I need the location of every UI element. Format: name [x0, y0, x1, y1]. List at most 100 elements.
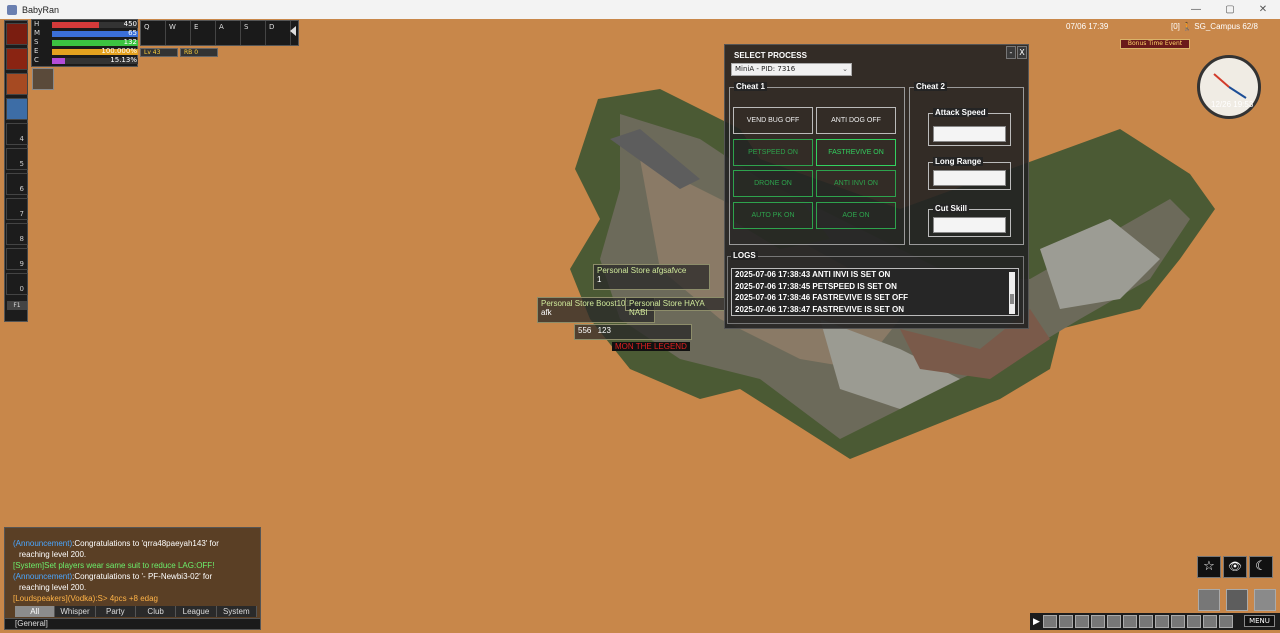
logs-list[interactable]: 2025-07-06 17:38:43 ANTI INVI IS SET ON … — [731, 268, 1019, 316]
skill-slot-9[interactable]: 9 — [6, 248, 28, 270]
character-icon[interactable] — [1254, 589, 1276, 611]
log-line: 2025-07-06 17:38:46 FASTREVIVE IS SET OF… — [735, 293, 908, 302]
anti-dog-toggle[interactable]: ANTI DOG OFF — [816, 107, 896, 134]
nameplate[interactable]: Personal Store afgsafvce 1 — [593, 264, 710, 290]
skill-fire-icon[interactable] — [6, 23, 28, 45]
chat-tab-league[interactable]: League — [176, 606, 217, 617]
chat-line: [System]Set players wear same suit to re… — [13, 561, 215, 570]
toolbar-arrow-icon[interactable]: ▶ — [1033, 617, 1040, 627]
long-range-group: Long Range — [928, 157, 1011, 190]
hotkey-s[interactable]: S — [241, 21, 266, 45]
inventory-icon[interactable] — [1198, 589, 1220, 611]
log-line: 2025-07-06 17:38:47 FASTREVIVE IS SET ON — [735, 304, 904, 314]
attack-speed-group: Attack Speed — [928, 108, 1011, 146]
moon-icon[interactable]: ☾ — [1249, 556, 1273, 578]
chat-tab-whisper[interactable]: Whisper — [55, 606, 96, 617]
skill-slot-0[interactable]: 0 — [6, 273, 28, 295]
nameplate[interactable]: Personal Store HAYA NABI — [625, 297, 725, 317]
tool-icon[interactable] — [1218, 615, 1233, 628]
chevron-down-icon: ⌄ — [842, 65, 848, 73]
chat-line: (Announcement):Congratulations to 'qrra4… — [13, 539, 219, 548]
tool-icon[interactable] — [1122, 615, 1137, 628]
sp-bar: S 132 — [34, 38, 138, 46]
minimap-compass[interactable] — [1197, 55, 1261, 119]
chat-tab-party[interactable]: Party — [96, 606, 136, 617]
attack-speed-input[interactable] — [933, 126, 1006, 142]
long-range-input[interactable] — [933, 170, 1006, 186]
anti-invi-toggle[interactable]: ANTI INVI ON — [816, 170, 896, 197]
chat-tab-club[interactable]: Club — [136, 606, 177, 617]
skill-ice-icon[interactable] — [6, 98, 28, 120]
chat-line: (Announcement):Congratulations to '- PF-… — [13, 572, 213, 581]
tool-icon[interactable] — [1090, 615, 1105, 628]
fastrevive-toggle[interactable]: FASTREVIVE ON — [816, 139, 896, 166]
eye-icon[interactable]: 👁 — [1223, 556, 1247, 578]
panel-minimize-button[interactable]: - — [1006, 46, 1016, 59]
buff-icon — [32, 68, 54, 90]
auto-pk-toggle[interactable]: AUTO PK ON — [733, 202, 813, 229]
panel-title: SELECT PROCESS — [734, 51, 807, 60]
tool-icon[interactable] — [1154, 615, 1169, 628]
chat-tab-all[interactable]: All — [15, 606, 56, 617]
window-titlebar: BabyRan — ▢ ✕ — [0, 0, 1280, 19]
tool-icon[interactable] — [1186, 615, 1201, 628]
skill-fire2-icon[interactable] — [6, 48, 28, 70]
log-line: 2025-07-06 17:38:45 PETSPEED IS SET ON — [735, 281, 897, 291]
cut-skill-input[interactable] — [933, 217, 1006, 233]
log-line: 2025-07-06 17:38:43 ANTI INVI IS SET ON — [735, 270, 891, 279]
cp-bar: C 15.13% — [34, 56, 138, 64]
aoe-toggle[interactable]: AOE ON — [816, 202, 896, 229]
hotkey-e[interactable]: E — [191, 21, 216, 45]
chat-line: reaching level 200. — [19, 583, 87, 592]
close-window-button[interactable]: ✕ — [1251, 0, 1275, 19]
tool-icon[interactable] — [1074, 615, 1089, 628]
tool-icon[interactable] — [1138, 615, 1153, 628]
vend-bug-toggle[interactable]: VEND BUG OFF — [733, 107, 813, 134]
mp-bar: M 65 — [34, 29, 138, 37]
tool-icon[interactable] — [1170, 615, 1185, 628]
hp-fill — [52, 22, 100, 28]
hotkey-d[interactable]: D — [266, 21, 291, 45]
chat-line: reaching level 200. — [19, 550, 87, 559]
chat-tab-system[interactable]: System — [217, 606, 257, 617]
skill-slot-7[interactable]: 7 — [6, 198, 28, 220]
tool-icon[interactable] — [1058, 615, 1073, 628]
menu-button[interactable]: MENU — [1244, 615, 1275, 627]
map-icon[interactable] — [1226, 589, 1248, 611]
hotkey-a[interactable]: A — [216, 21, 241, 45]
tool-icon[interactable] — [1042, 615, 1057, 628]
mp-fill — [52, 31, 138, 37]
drone-toggle[interactable]: DRONE ON — [733, 170, 813, 197]
hotkey-q[interactable]: Q — [141, 21, 166, 45]
exp-bar: E 100.000% — [34, 47, 138, 55]
event-banner[interactable]: Bonus Time Event — [1120, 39, 1190, 49]
app-icon — [7, 4, 17, 15]
process-select[interactable]: MiniA - PID: 7316 ⌄ — [731, 63, 852, 76]
hotkey-bar: Q W E A S D — [140, 20, 299, 46]
nameplate[interactable]: 556 123 — [574, 324, 692, 340]
tool-icon[interactable] — [1106, 615, 1121, 628]
skill-page-label[interactable]: F1 — [7, 301, 27, 310]
star-icon[interactable]: ☆ — [1197, 556, 1221, 578]
hotkey-w[interactable]: W — [166, 21, 191, 45]
tool-icon[interactable] — [1202, 615, 1217, 628]
level-chip: Lv 43 — [140, 48, 178, 57]
hotkey-collapse-icon[interactable] — [290, 26, 296, 36]
skill-slot-8[interactable]: 8 — [6, 223, 28, 245]
skill-slot-6[interactable]: 6 — [6, 173, 28, 195]
bottom-toolbar: ▶ — [1030, 613, 1280, 630]
cut-skill-group: Cut Skill — [928, 204, 1011, 237]
status-bars: H 450 M 65 S 132 E 100.000% C 15.13% — [31, 19, 138, 67]
chat-line: [Loudspeakers](Vodka):S> 4pcs +8 edag — [13, 594, 158, 603]
skill-slot-4[interactable]: 4 — [6, 123, 28, 145]
petspeed-toggle[interactable]: PETSPEED ON — [733, 139, 813, 166]
restore-button[interactable]: ▢ — [1218, 0, 1242, 19]
panel-close-button[interactable]: X — [1017, 46, 1027, 59]
window-title: BabyRan — [22, 4, 60, 15]
chat-input[interactable]: [General] — [4, 618, 261, 630]
skill-fist-icon[interactable] — [6, 73, 28, 95]
player-title[interactable]: MON THE LEGEND — [612, 342, 690, 351]
skill-slot-5[interactable]: 5 — [6, 148, 28, 170]
minimize-button[interactable]: — — [1184, 0, 1208, 19]
logs-scrollbar[interactable] — [1009, 272, 1015, 314]
